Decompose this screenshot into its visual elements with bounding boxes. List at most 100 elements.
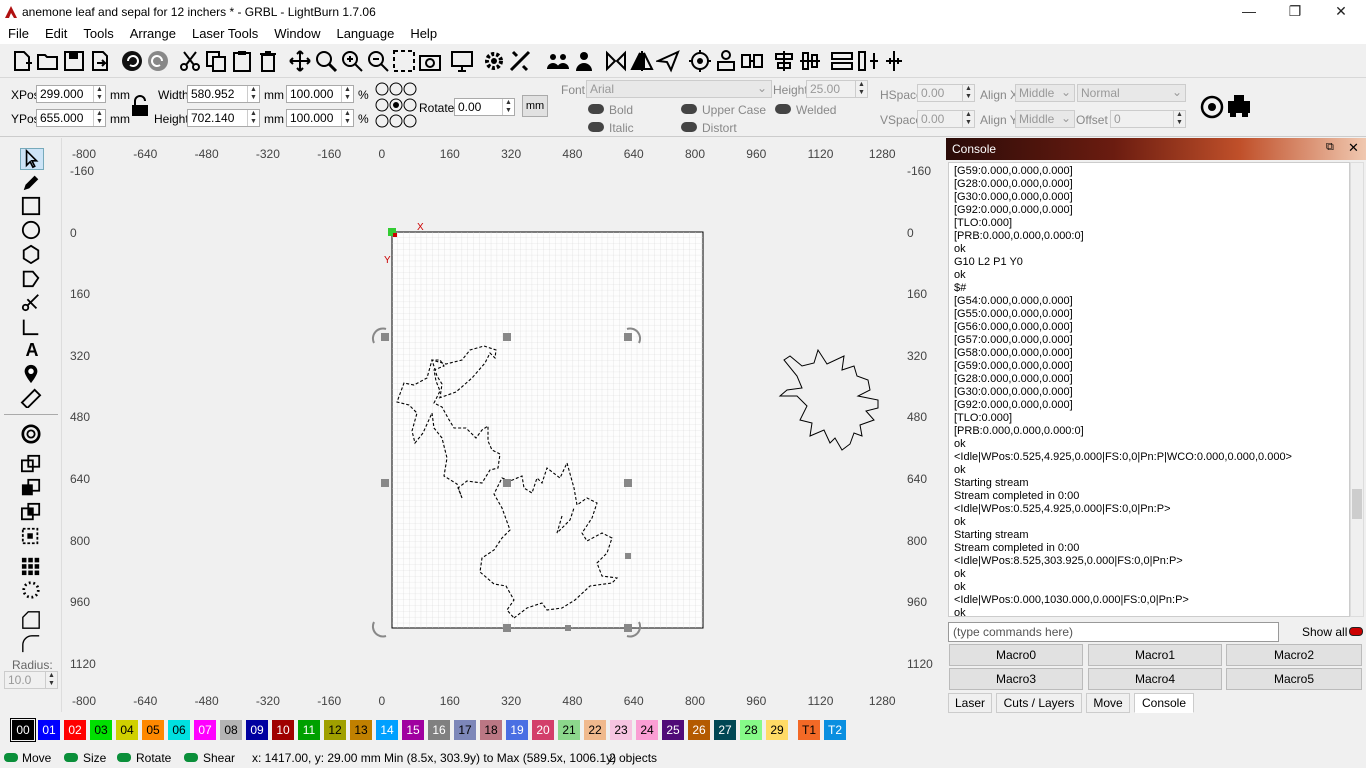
zoom-frame-icon[interactable] bbox=[392, 49, 416, 73]
layer-swatch-13[interactable]: 13 bbox=[350, 720, 372, 740]
welded-toggle[interactable] bbox=[775, 104, 791, 114]
upper-case-toggle[interactable] bbox=[681, 104, 697, 114]
macro1-button[interactable]: Macro1 bbox=[1088, 644, 1222, 666]
menu-tools[interactable]: Tools bbox=[75, 24, 121, 44]
undo-icon[interactable] bbox=[120, 49, 144, 73]
mirror-icon[interactable] bbox=[630, 49, 654, 73]
align-center-h-icon[interactable] bbox=[772, 49, 796, 73]
layer-swatch-05[interactable]: 05 bbox=[142, 720, 164, 740]
layer-swatch-14[interactable]: 14 bbox=[376, 720, 398, 740]
pentagon-tool-icon[interactable] bbox=[20, 268, 44, 290]
layer-swatch-28[interactable]: 28 bbox=[740, 720, 762, 740]
delete-icon[interactable] bbox=[256, 49, 280, 73]
tab-cuts-layers[interactable]: Cuts / Layers bbox=[996, 693, 1082, 713]
weld-shapes-icon[interactable] bbox=[20, 526, 44, 548]
layer-swatch-17[interactable]: 17 bbox=[454, 720, 476, 740]
layer-swatch-10[interactable]: 10 bbox=[272, 720, 294, 740]
camera-icon[interactable] bbox=[418, 49, 442, 73]
layer-swatch-25[interactable]: 25 bbox=[662, 720, 684, 740]
console-output[interactable]: [G59:0.000,0.000,0.000] [G28:0.000,0.000,… bbox=[948, 162, 1350, 617]
macro5-button[interactable]: Macro5 bbox=[1226, 668, 1362, 690]
menu-window[interactable]: Window bbox=[266, 24, 328, 44]
layer-swatch-01[interactable]: 01 bbox=[38, 720, 60, 740]
vspace-input[interactable]: 0.00 ▲ ▼ bbox=[917, 110, 975, 128]
zoom-in-icon[interactable] bbox=[340, 49, 364, 73]
menu-help[interactable]: Help bbox=[402, 24, 445, 44]
send-icon[interactable] bbox=[654, 49, 680, 73]
layer-swatch-29[interactable]: 29 bbox=[766, 720, 788, 740]
layer-swatch-04[interactable]: 04 bbox=[116, 720, 138, 740]
menu-arrange[interactable]: Arrange bbox=[122, 24, 184, 44]
flip-horizontal-icon[interactable] bbox=[604, 49, 628, 73]
xpos-input[interactable]: 299.000 ▲ ▼ bbox=[36, 85, 106, 103]
shear-toggle[interactable] bbox=[184, 753, 198, 762]
edit-pencil-icon[interactable] bbox=[20, 172, 44, 194]
target-icon[interactable] bbox=[688, 49, 712, 73]
layer-swatch-T2[interactable]: T2 bbox=[824, 720, 846, 740]
align-icon[interactable] bbox=[740, 49, 764, 73]
new-file-icon[interactable] bbox=[10, 49, 34, 73]
boolean-intersect-icon[interactable] bbox=[20, 502, 44, 524]
distort-toggle[interactable] bbox=[681, 122, 697, 132]
position-pin-icon[interactable] bbox=[20, 364, 44, 386]
macro3-button[interactable]: Macro3 bbox=[949, 668, 1083, 690]
distribute-v-icon[interactable] bbox=[856, 49, 880, 73]
ruler-tool-icon[interactable] bbox=[20, 388, 44, 410]
layer-swatch-03[interactable]: 03 bbox=[90, 720, 112, 740]
layer-swatch-18[interactable]: 18 bbox=[480, 720, 502, 740]
show-all-toggle[interactable] bbox=[1349, 627, 1363, 636]
units-mm-button[interactable]: mm bbox=[522, 95, 548, 117]
layer-swatch-06[interactable]: 06 bbox=[168, 720, 190, 740]
command-input[interactable]: (type commands here) bbox=[948, 622, 1279, 642]
corner-tool-icon[interactable] bbox=[20, 316, 44, 338]
layer-swatch-09[interactable]: 09 bbox=[246, 720, 268, 740]
text-mode-select[interactable]: Normal ⌄ bbox=[1077, 84, 1186, 102]
rotate-toggle[interactable] bbox=[117, 753, 131, 762]
rotate-input[interactable]: 0.00 ▲ ▼ bbox=[454, 98, 515, 116]
menu-laser-tools[interactable]: Laser Tools bbox=[184, 24, 266, 44]
menu-edit[interactable]: Edit bbox=[37, 24, 75, 44]
anchor-grid-icon[interactable] bbox=[375, 82, 417, 132]
design-canvas[interactable]: -800 -640 -480 -320 -160 0 160 320 480 640 800 960 1… bbox=[62, 138, 944, 712]
float-panel-icon[interactable]: ⧉ bbox=[1326, 141, 1334, 154]
align-center-v-icon[interactable] bbox=[798, 49, 822, 73]
layer-swatch-20[interactable]: 20 bbox=[532, 720, 554, 740]
height-percent-input[interactable]: 100.000 ▲ ▼ bbox=[286, 109, 354, 127]
layer-swatch-23[interactable]: 23 bbox=[610, 720, 632, 740]
scroll-thumb[interactable] bbox=[1352, 489, 1362, 519]
tab-console[interactable]: Console bbox=[1134, 693, 1194, 713]
size-toggle[interactable] bbox=[64, 753, 78, 762]
offset-ring-icon[interactable] bbox=[20, 424, 44, 446]
font-height-input[interactable]: 25.00 ▲ ▼ bbox=[806, 80, 868, 98]
layer-swatch-T1[interactable]: T1 bbox=[798, 720, 820, 740]
position-icon[interactable] bbox=[714, 49, 738, 73]
move-icon[interactable] bbox=[288, 49, 312, 73]
save-icon[interactable] bbox=[62, 49, 86, 73]
layer-swatch-24[interactable]: 24 bbox=[636, 720, 658, 740]
export-icon[interactable] bbox=[88, 49, 112, 73]
layer-swatch-07[interactable]: 07 bbox=[194, 720, 216, 740]
boolean-union-icon[interactable] bbox=[20, 454, 44, 476]
workspace-svg[interactable]: X Y bbox=[62, 138, 944, 712]
layer-swatch-22[interactable]: 22 bbox=[584, 720, 606, 740]
tab-move[interactable]: Move bbox=[1086, 693, 1130, 713]
layer-swatch-00[interactable]: 00 bbox=[10, 718, 36, 742]
align-x-select[interactable]: Middle ⌄ bbox=[1015, 84, 1075, 102]
layer-swatch-12[interactable]: 12 bbox=[324, 720, 346, 740]
circular-array-icon[interactable] bbox=[20, 580, 44, 602]
layer-swatch-11[interactable]: 11 bbox=[298, 720, 320, 740]
layer-swatch-08[interactable]: 08 bbox=[220, 720, 242, 740]
group-users-icon[interactable] bbox=[546, 49, 570, 73]
open-folder-icon[interactable] bbox=[36, 49, 60, 73]
console-scrollbar[interactable] bbox=[1350, 162, 1364, 617]
offset-input[interactable]: 0 ▲ ▼ bbox=[1110, 110, 1186, 128]
corner-shape-icon[interactable] bbox=[20, 610, 44, 632]
move-toggle[interactable] bbox=[4, 753, 18, 762]
menu-file[interactable]: File bbox=[0, 24, 37, 44]
layer-swatch-26[interactable]: 26 bbox=[688, 720, 710, 740]
layer-swatch-02[interactable]: 02 bbox=[64, 720, 86, 740]
width-input[interactable]: 580.952 ▲ ▼ bbox=[187, 85, 260, 103]
paste-icon[interactable] bbox=[230, 49, 254, 73]
polygon-tool-icon[interactable] bbox=[20, 244, 44, 266]
layer-swatch-27[interactable]: 27 bbox=[714, 720, 736, 740]
